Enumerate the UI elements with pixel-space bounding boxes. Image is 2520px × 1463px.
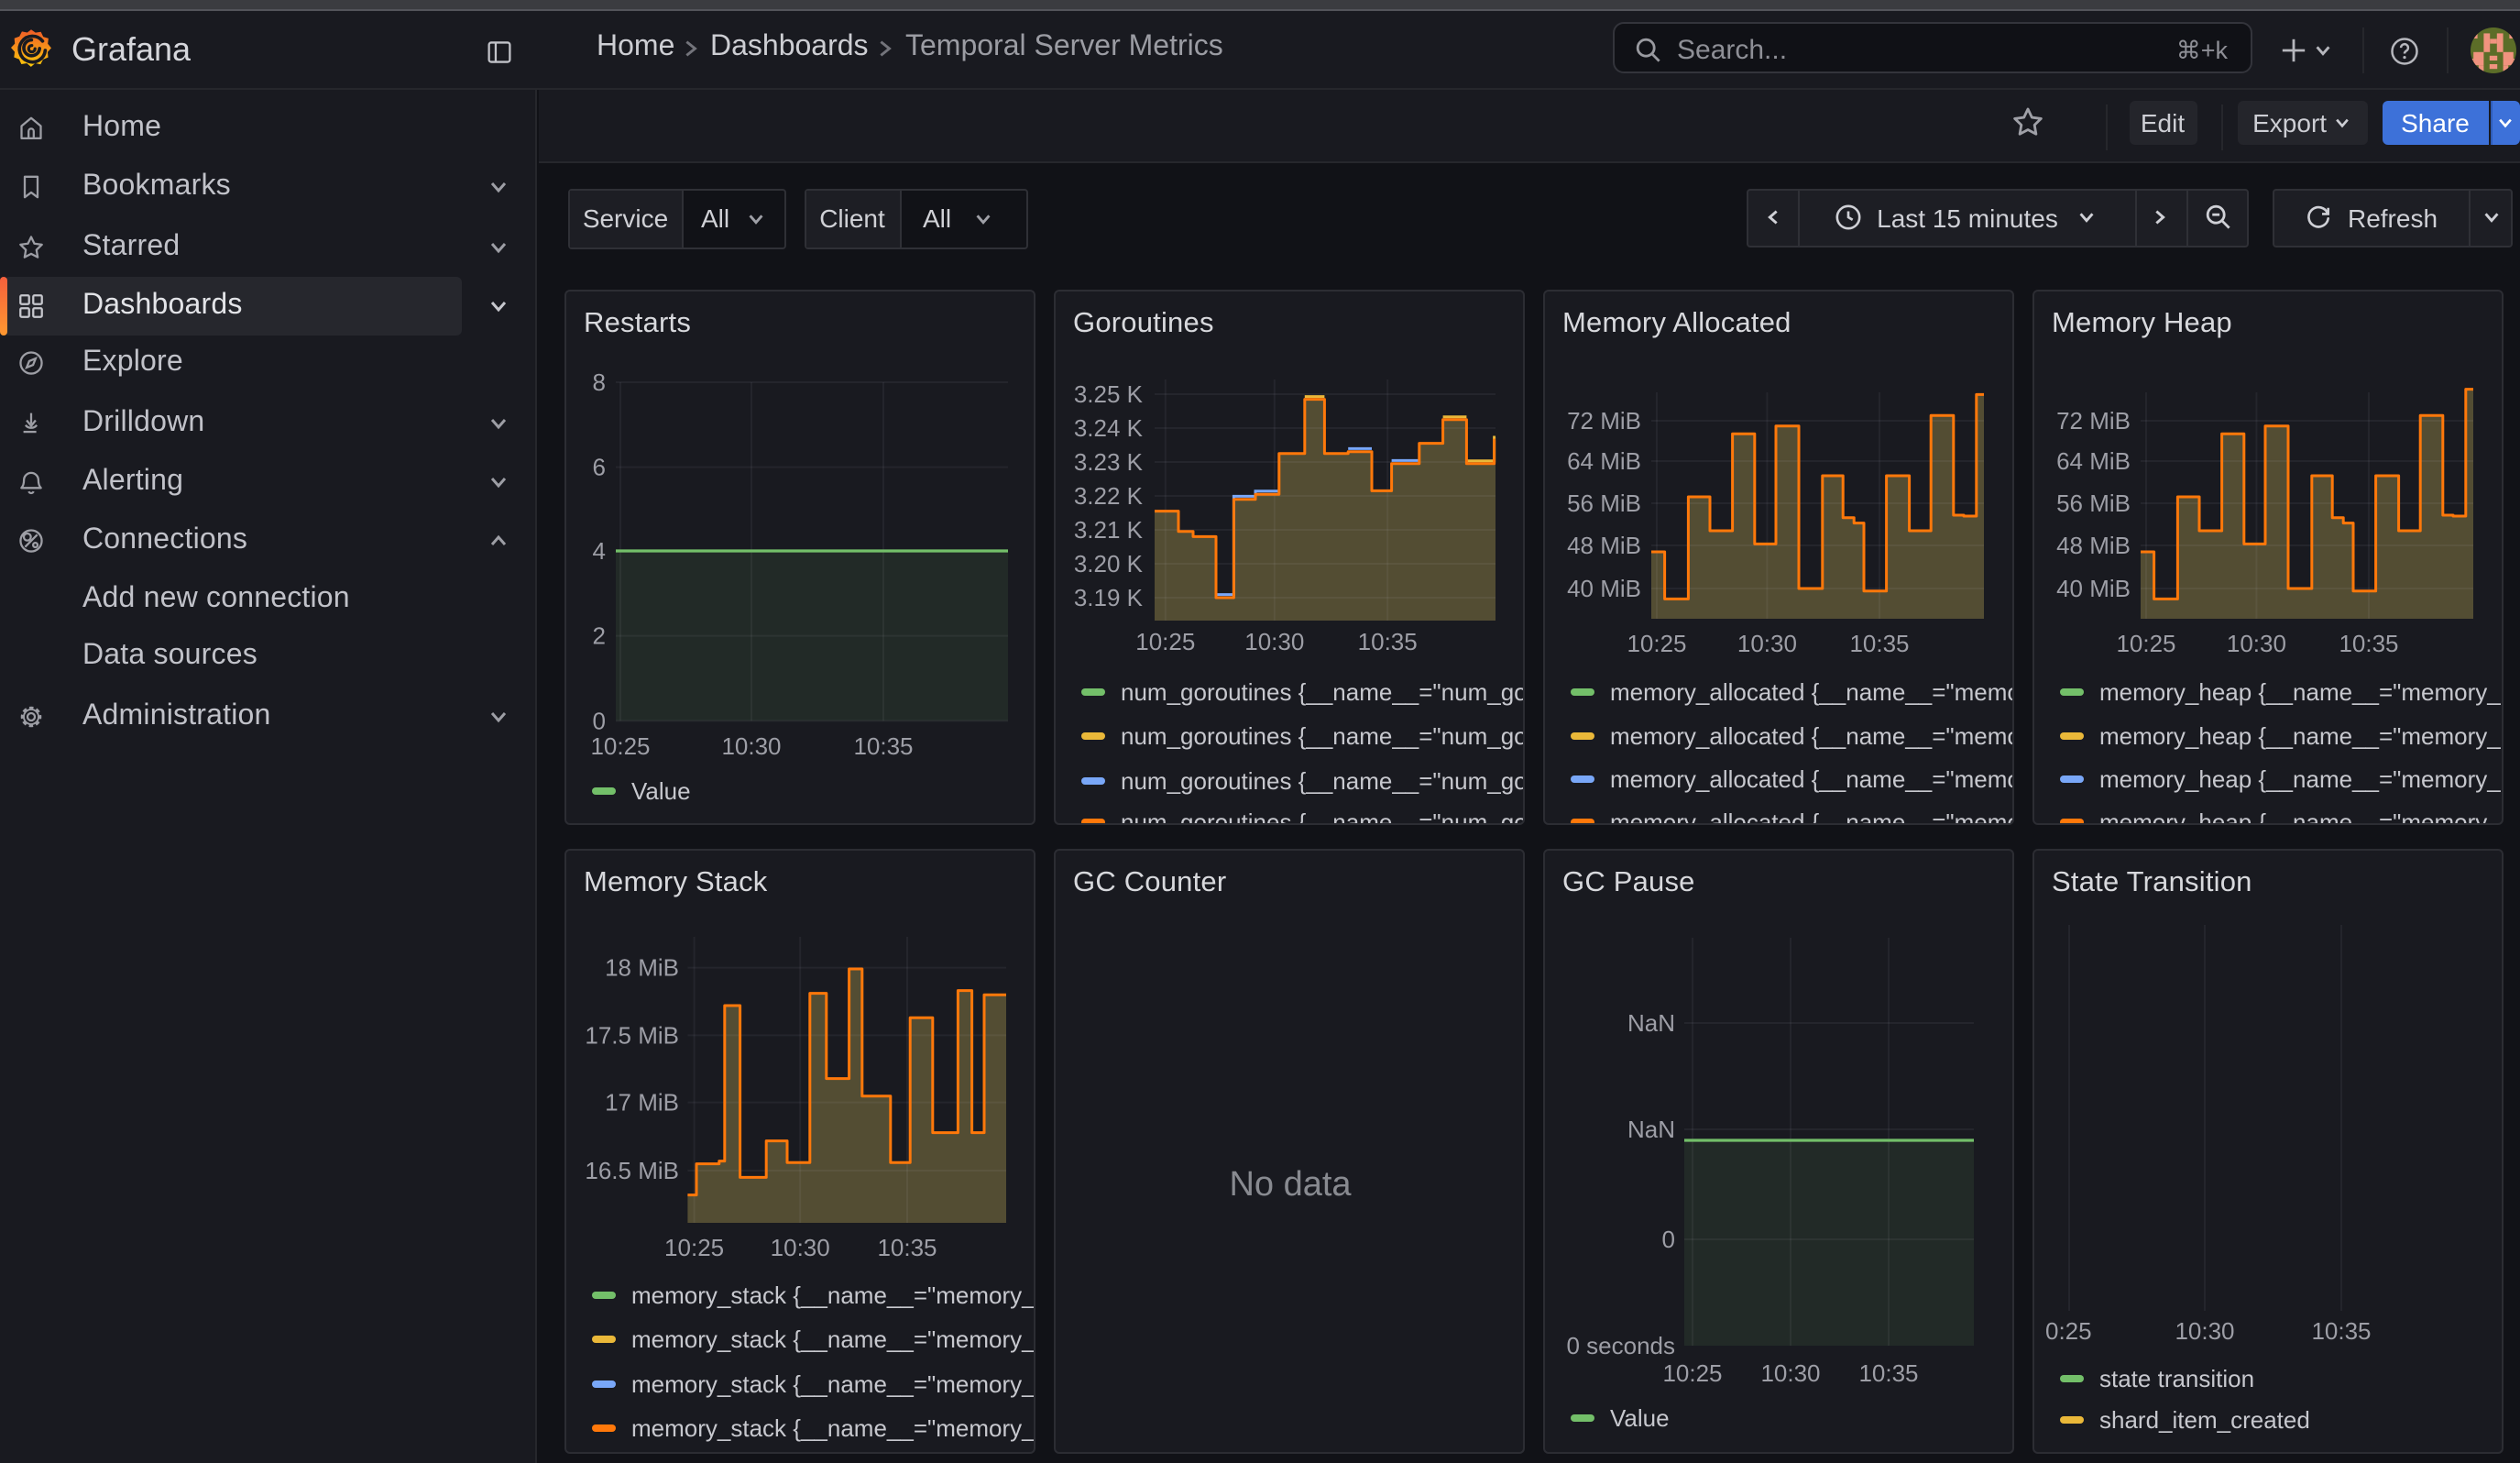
svg-text:state transition: state transition — [2098, 1365, 2253, 1392]
svg-text:10:35: 10:35 — [2310, 1317, 2370, 1345]
svg-text:56 MiB: 56 MiB — [2055, 489, 2130, 516]
svg-text:memory_allocated {__name__="me: memory_allocated {__name__="memo — [1609, 764, 2011, 792]
svg-text:2: 2 — [592, 622, 605, 649]
svg-text:4: 4 — [592, 536, 605, 564]
svg-text:num_goroutines {__name__="num_: num_goroutines {__name__="num_go — [1120, 721, 1522, 749]
svg-text:48 MiB: 48 MiB — [1566, 531, 1640, 558]
svg-text:Value: Value — [1609, 1404, 1669, 1432]
svg-text:NaN: NaN — [1627, 1009, 1674, 1037]
svg-text:10:35: 10:35 — [1848, 629, 1908, 656]
svg-text:40 MiB: 40 MiB — [1566, 574, 1640, 601]
svg-text:3.20 K: 3.20 K — [1073, 549, 1143, 577]
svg-text:3.22 K: 3.22 K — [1073, 481, 1143, 509]
svg-text:memory_stack {__name__="memory: memory_stack {__name__="memory_s — [630, 1326, 1033, 1353]
svg-text:17 MiB: 17 MiB — [604, 1089, 678, 1116]
svg-text:10:35: 10:35 — [1857, 1359, 1917, 1387]
svg-text:3.24 K: 3.24 K — [1073, 413, 1143, 441]
svg-text:56 MiB: 56 MiB — [1566, 489, 1640, 516]
svg-text:18 MiB: 18 MiB — [604, 954, 678, 982]
svg-text:10:25: 10:25 — [1134, 627, 1194, 654]
svg-text:10:30: 10:30 — [1759, 1359, 1819, 1387]
svg-text:48 MiB: 48 MiB — [2055, 531, 2130, 558]
svg-text:memory_stack {__name__="memory: memory_stack {__name__="memory_s — [630, 1370, 1033, 1398]
svg-text:memory_stack {__name__="memory: memory_stack {__name__="memory_s — [630, 1282, 1033, 1309]
svg-text:memory_heap {__name__="memory_: memory_heap {__name__="memory_h — [2098, 721, 2501, 749]
svg-text:16.5 MiB: 16.5 MiB — [584, 1157, 678, 1184]
svg-text:10:25: 10:25 — [2115, 629, 2175, 656]
svg-text:17.5 MiB: 17.5 MiB — [584, 1021, 678, 1049]
svg-text:10:25: 10:25 — [589, 732, 649, 759]
svg-text:10:30: 10:30 — [1244, 627, 1303, 654]
svg-text:10:25: 10:25 — [663, 1234, 723, 1261]
svg-text:6: 6 — [592, 453, 605, 480]
svg-text:10:30: 10:30 — [2174, 1317, 2233, 1345]
svg-text:3.19 K: 3.19 K — [1073, 583, 1143, 610]
svg-text:memory_heap {__name__="memory_: memory_heap {__name__="memory_h — [2098, 808, 2501, 823]
svg-text:10:35: 10:35 — [2338, 629, 2397, 656]
svg-text:72 MiB: 72 MiB — [1566, 406, 1640, 434]
svg-text:memory_stack {__name__="memory: memory_stack {__name__="memory_s — [630, 1414, 1033, 1442]
svg-text:10:30: 10:30 — [1737, 629, 1796, 656]
svg-text:memory_allocated {__name__="me: memory_allocated {__name__="memo — [1609, 677, 2011, 705]
svg-text:NaN: NaN — [1627, 1116, 1674, 1143]
svg-text:memory_heap {__name__="memory_: memory_heap {__name__="memory_h — [2098, 677, 2501, 705]
svg-text:40 MiB: 40 MiB — [2055, 574, 2130, 601]
svg-text:memory_heap {__name__="memory_: memory_heap {__name__="memory_h — [2098, 764, 2501, 792]
svg-text:memory_allocated {__name__="me: memory_allocated {__name__="memo — [1609, 721, 2011, 749]
svg-text:64 MiB: 64 MiB — [2055, 446, 2130, 474]
svg-text:10:30: 10:30 — [2226, 629, 2285, 656]
svg-text:0:25: 0:25 — [2044, 1317, 2091, 1345]
svg-text:num_goroutines {__name__="num_: num_goroutines {__name__="num_go — [1120, 808, 1522, 823]
svg-text:64 MiB: 64 MiB — [1566, 446, 1640, 474]
svg-text:8: 8 — [592, 368, 605, 395]
svg-text:0 seconds: 0 seconds — [1565, 1332, 1674, 1359]
svg-text:3.23 K: 3.23 K — [1073, 447, 1143, 475]
svg-text:Value: Value — [630, 776, 690, 804]
svg-text:10:30: 10:30 — [770, 1234, 829, 1261]
svg-text:10:30: 10:30 — [720, 732, 780, 759]
svg-text:10:25: 10:25 — [1626, 629, 1685, 656]
svg-text:10:35: 10:35 — [852, 732, 912, 759]
svg-text:10:25: 10:25 — [1661, 1359, 1721, 1387]
svg-text:0: 0 — [1661, 1226, 1674, 1253]
svg-text:shard_item_created: shard_item_created — [2098, 1406, 2309, 1434]
svg-text:3.21 K: 3.21 K — [1073, 515, 1143, 543]
svg-text:72 MiB: 72 MiB — [2055, 406, 2130, 434]
svg-text:10:35: 10:35 — [1357, 627, 1417, 654]
svg-text:num_goroutines {__name__="num_: num_goroutines {__name__="num_go — [1120, 677, 1522, 705]
svg-text:memory_allocated {__name__="me: memory_allocated {__name__="memo — [1609, 808, 2011, 823]
svg-text:num_goroutines {__name__="num_: num_goroutines {__name__="num_go — [1120, 766, 1522, 794]
svg-text:0: 0 — [592, 706, 605, 733]
svg-text:10:35: 10:35 — [876, 1234, 936, 1261]
svg-text:3.25 K: 3.25 K — [1073, 380, 1143, 407]
